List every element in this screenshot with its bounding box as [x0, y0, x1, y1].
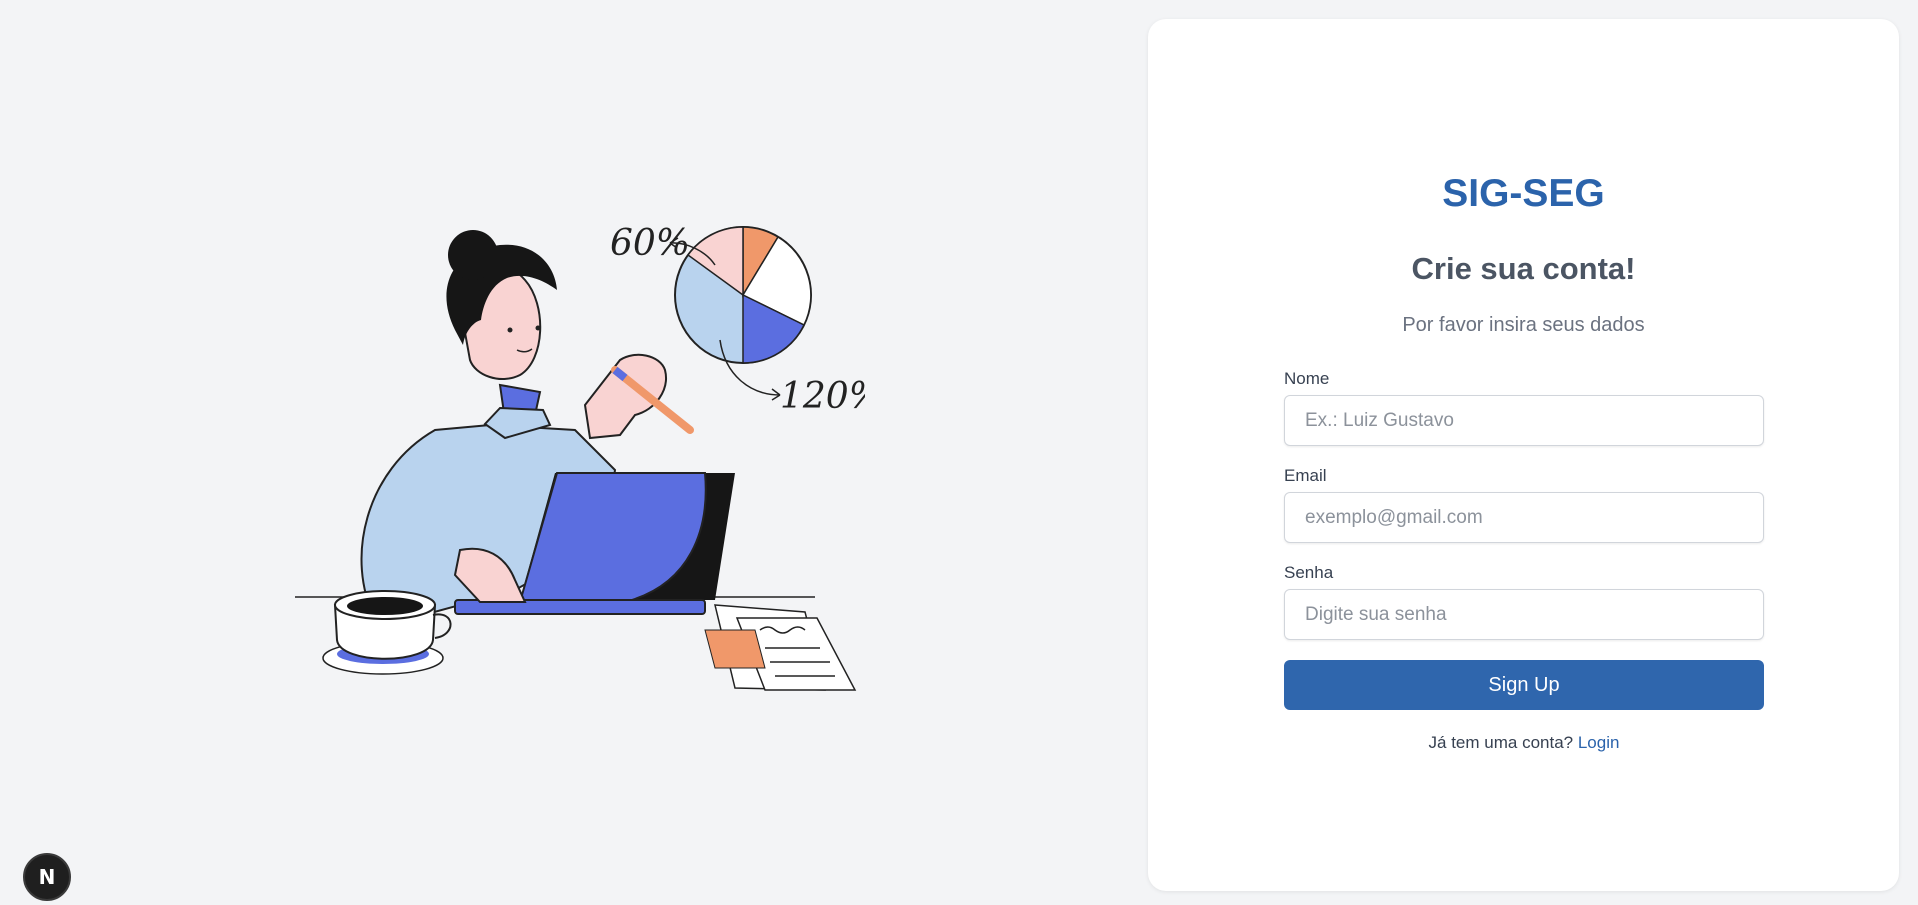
brand-title: SIG-SEG — [1442, 172, 1605, 215]
email-field-group: Email — [1284, 466, 1764, 543]
illustration-woman-laptop: 60% 120% — [295, 223, 865, 691]
signup-button[interactable]: Sign Up — [1284, 660, 1764, 710]
annotation-60: 60% — [610, 223, 690, 264]
password-input[interactable] — [1284, 589, 1764, 640]
name-field-group: Nome — [1284, 369, 1764, 446]
password-field-group: Senha — [1284, 563, 1764, 640]
login-link[interactable]: Login — [1578, 733, 1620, 752]
annotation-120: 120% — [780, 376, 865, 417]
signup-form: Nome Email Senha Sign Up Já tem uma cont… — [1284, 369, 1764, 753]
signup-card: SIG-SEG Crie sua conta! Por favor insira… — [1148, 19, 1899, 891]
dev-badge-glyph: N — [38, 865, 56, 889]
page-subtitle: Por favor insira seus dados — [1402, 314, 1645, 336]
login-prompt-text: Já tem uma conta? — [1428, 733, 1574, 752]
name-label: Nome — [1284, 369, 1330, 388]
page: 60% 120% SIG-SEG Crie sua conta! Por fav… — [0, 0, 1918, 905]
hair-bun — [448, 230, 498, 280]
page-title: Crie sua conta! — [1411, 251, 1636, 286]
nextjs-dev-indicator-icon[interactable]: N — [23, 853, 71, 901]
sticky-note — [704, 629, 766, 669]
login-prompt: Já tem uma conta? Login — [1284, 733, 1764, 753]
email-label: Email — [1284, 466, 1327, 485]
password-label: Senha — [1284, 563, 1334, 582]
email-input[interactable] — [1284, 492, 1764, 543]
name-input[interactable] — [1284, 395, 1764, 446]
pie-chart-icon — [674, 226, 812, 364]
